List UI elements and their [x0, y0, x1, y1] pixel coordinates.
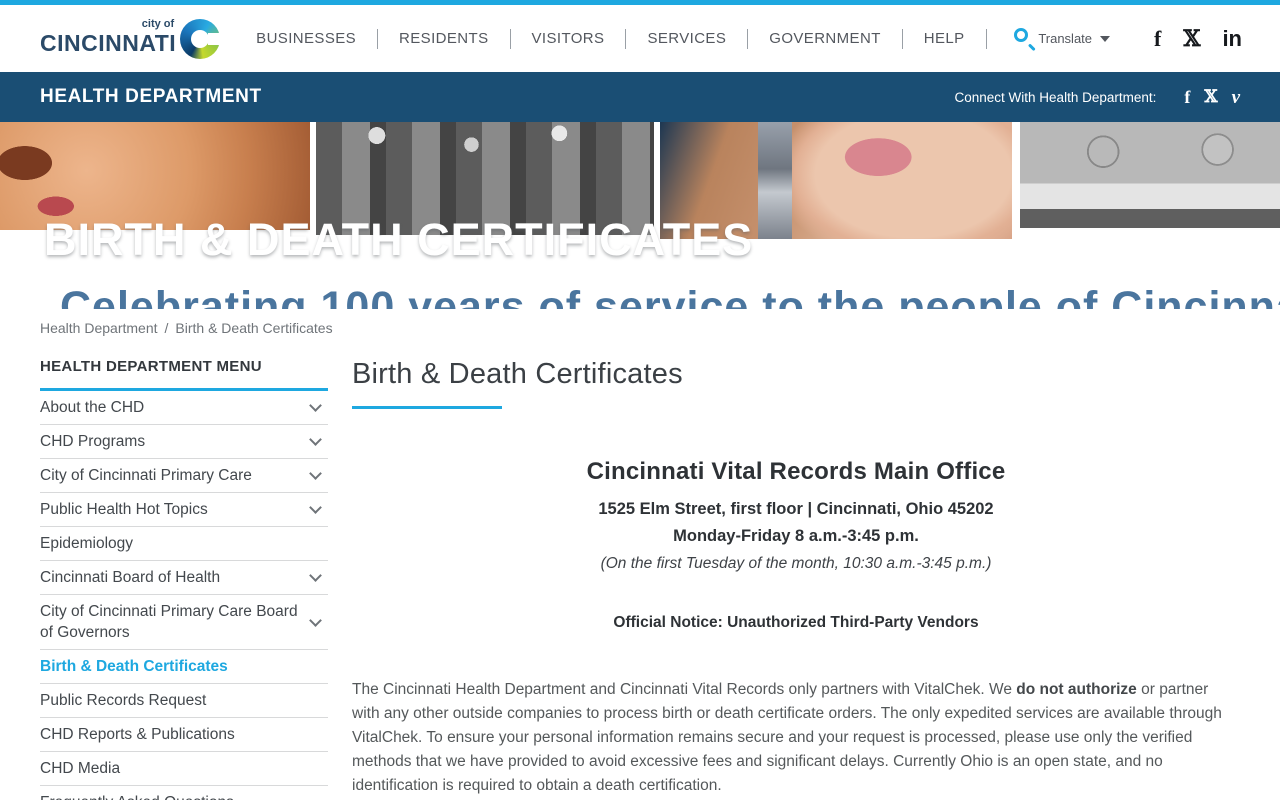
primary-nav: BUSINESSES RESIDENTS VISITORS SERVICES G… [256, 26, 1037, 52]
nav-help[interactable]: HELP [924, 30, 965, 47]
chevron-down-icon [309, 569, 322, 582]
sidebar-item-primary-care[interactable]: City of Cincinnati Primary Care [40, 459, 328, 493]
sidebar-item-hot-topics[interactable]: Public Health Hot Topics [40, 493, 328, 527]
site-header: city of CINCINNATI BUSINESSES RESIDENTS … [0, 5, 1280, 72]
nav-divider [509, 28, 511, 49]
breadcrumb-separator: / [164, 320, 169, 336]
logo-city-of-text: city of [141, 18, 175, 30]
health-department-bar: HEALTH DEPARTMENT Connect With Health De… [0, 72, 1280, 122]
office-address: 1525 Elm Street, first floor | Cincinnat… [598, 500, 994, 518]
sidebar-item-chd-programs[interactable]: CHD Programs [40, 425, 328, 459]
chevron-down-icon [309, 433, 322, 446]
sidebar-item-chd-media[interactable]: CHD Media [40, 752, 328, 786]
sidebar-item-about-the-chd[interactable]: About the CHD [40, 391, 328, 425]
chevron-down-icon [309, 613, 322, 627]
hero-photo-incubator [1020, 122, 1280, 228]
breadcrumb-health-department[interactable]: Health Department [40, 320, 158, 336]
cincinnati-c-swirl-icon [180, 18, 223, 59]
tagline-clipped-region: Celebrating 100 years of service to the … [60, 286, 1280, 309]
chevron-down-icon [309, 399, 322, 412]
health-department-menu: HEALTH DEPARTMENT MENU About the CHD CHD… [40, 358, 328, 800]
office-hours: Monday-Friday 8 a.m.-3:45 p.m. [673, 527, 919, 545]
title-accent-rule [352, 406, 502, 409]
city-of-cincinnati-logo[interactable]: city of CINCINNATI [40, 18, 223, 59]
hero-banner: BIRTH & DEATH CERTIFICATES [0, 122, 1280, 265]
linkedin-icon[interactable]: in [1222, 27, 1242, 50]
page-title: Birth & Death Certificates [352, 358, 683, 390]
facebook-icon[interactable]: f [1154, 27, 1161, 50]
vital-records-office-info: Cincinnati Vital Records Main Office 152… [352, 458, 1240, 632]
nav-visitors[interactable]: VISITORS [532, 30, 605, 47]
sidebar-item-board-of-health[interactable]: Cincinnati Board of Health [40, 561, 328, 595]
health-department-title[interactable]: HEALTH DEPARTMENT [40, 86, 262, 108]
sidebar-item-faq[interactable]: Frequently Asked Questions [40, 786, 328, 800]
logo-cincinnati-text: CINCINNATI [40, 30, 177, 56]
sidebar-item-public-records-request[interactable]: Public Records Request [40, 684, 328, 718]
centennial-tagline: Celebrating 100 years of service to the … [60, 286, 1280, 309]
search-icon[interactable] [1012, 26, 1038, 52]
vimeo-icon[interactable]: v [1232, 88, 1240, 107]
sidebar-item-epidemiology[interactable]: Epidemiology [40, 527, 328, 561]
nav-businesses[interactable]: BUSINESSES [256, 30, 356, 47]
office-hours-note: (On the first Tuesday of the month, 10:3… [600, 555, 992, 572]
nav-government[interactable]: GOVERNMENT [769, 30, 881, 47]
do-not-authorize-emphasis: do not authorize [1016, 681, 1137, 698]
nav-divider [985, 28, 987, 49]
sidebar-item-primary-care-board-of-governors[interactable]: City of Cincinnati Primary Care Board of… [40, 595, 328, 650]
nav-divider [625, 28, 627, 49]
translate-caret-icon[interactable] [1100, 35, 1111, 42]
chevron-down-icon [309, 501, 322, 514]
nav-divider [377, 28, 379, 49]
sidebar-title: HEALTH DEPARTMENT MENU [40, 358, 328, 391]
vendor-notice-paragraph: The Cincinnati Health Department and Cin… [352, 681, 1222, 794]
sidebar-item-birth-death-certificates[interactable]: Birth & Death Certificates [40, 650, 328, 684]
breadcrumb-current: Birth & Death Certificates [175, 320, 333, 336]
hero-page-title: BIRTH & DEATH CERTIFICATES [44, 214, 754, 265]
x-twitter-icon[interactable]: 𝕏 [1204, 88, 1217, 106]
nav-divider [901, 28, 903, 49]
translate-label[interactable]: Translate [1038, 31, 1092, 46]
main-content: Birth & Death Certificates Cincinnati Vi… [328, 358, 1240, 800]
x-twitter-icon[interactable]: 𝕏 [1183, 28, 1200, 50]
sidebar-item-chd-reports-publications[interactable]: CHD Reports & Publications [40, 718, 328, 752]
official-notice-heading: Official Notice: Unauthorized Third-Part… [613, 614, 979, 631]
nav-divider [747, 28, 749, 49]
nav-services[interactable]: SERVICES [647, 30, 726, 47]
nav-residents[interactable]: RESIDENTS [399, 30, 488, 47]
office-heading: Cincinnati Vital Records Main Office [586, 458, 1006, 485]
chevron-down-icon [309, 467, 322, 480]
breadcrumb: Health Department / Birth & Death Certific… [40, 320, 1280, 336]
facebook-icon[interactable]: f [1184, 88, 1190, 106]
connect-label: Connect With Health Department: [954, 89, 1157, 105]
